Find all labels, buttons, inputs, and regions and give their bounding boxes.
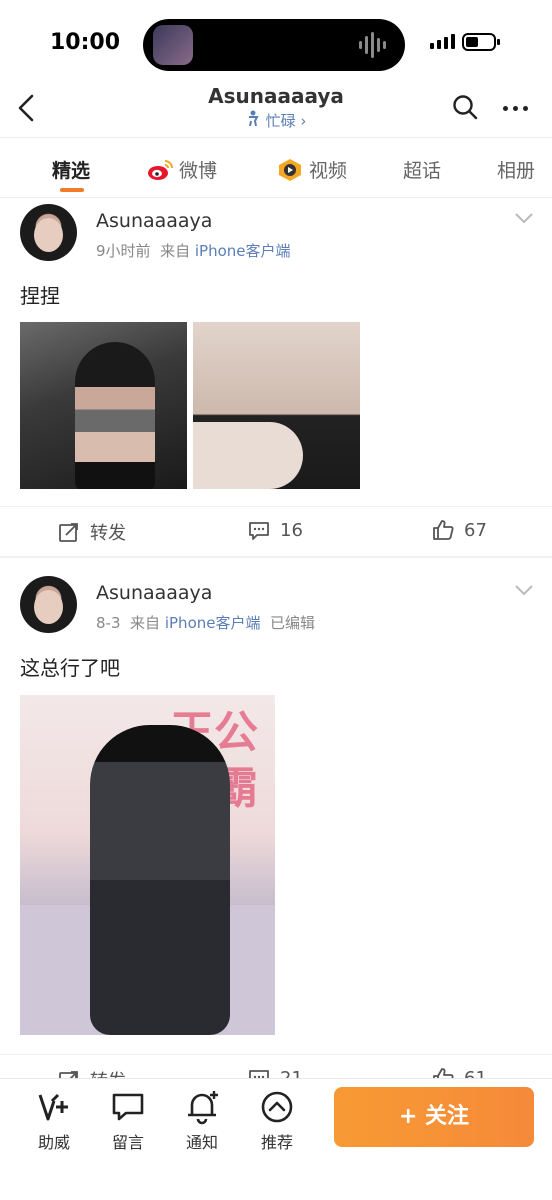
post-text: 这总行了吧 (20, 656, 120, 680)
post-author[interactable]: Asunaaaaya (96, 582, 212, 604)
status-bar: 10:00 (0, 0, 552, 84)
notify-button[interactable]: 通知 (172, 1089, 232, 1153)
chevron-down-icon[interactable] (514, 212, 534, 224)
like-button[interactable]: 67 (432, 519, 487, 541)
notify-label: 通知 (185, 1133, 218, 1152)
tab-album[interactable]: 相册 (497, 156, 535, 183)
tab-video[interactable]: 视频 (277, 156, 347, 183)
repost-button[interactable]: 转发 (58, 519, 126, 545)
post-card: Asunaaaaya 9小时前 来自 iPhone客户端 捏捏 转发 16 67 (0, 198, 552, 558)
follow-button[interactable]: + 关注 (334, 1087, 534, 1147)
repost-label: 转发 (90, 523, 126, 544)
post-edited: 已编辑 (270, 614, 316, 632)
audio-wave-icon (359, 31, 389, 59)
post-photo[interactable] (20, 322, 187, 489)
tab-label: 微博 (179, 160, 218, 182)
tab-label: 超话 (403, 160, 442, 182)
status-subtitle-label: 忙碌 › (265, 112, 307, 130)
avatar[interactable] (20, 204, 77, 261)
more-icon[interactable] (503, 106, 528, 111)
person-status-icon (246, 110, 260, 130)
search-icon[interactable] (452, 94, 478, 120)
tab-weibo[interactable]: 微博 (147, 156, 217, 183)
post-author[interactable]: Asunaaaaya (96, 210, 212, 232)
post-divider (0, 556, 552, 558)
tab-label: 相册 (497, 160, 536, 182)
comment-icon (249, 522, 269, 540)
dynamic-island[interactable] (143, 19, 405, 71)
post-text: 捏捏 (20, 284, 60, 308)
message-label: 留言 (111, 1133, 144, 1152)
recommend-icon (261, 1091, 293, 1123)
like-count: 67 (464, 519, 487, 541)
profile-tabs: 精选 微博 视频 超话 相册 (0, 138, 552, 198)
recommend-label: 推荐 (260, 1133, 293, 1152)
signal-icon (430, 34, 455, 49)
post-source[interactable]: iPhone客户端 (165, 614, 261, 632)
video-logo-icon (279, 158, 301, 181)
profile-header: Asunaaaaya 忙碌 › (0, 84, 552, 138)
now-playing-thumbnail (153, 25, 193, 65)
repost-icon (59, 523, 78, 542)
post-meta: 9小时前 来自 iPhone客户端 (96, 240, 291, 261)
bell-icon (188, 1091, 218, 1125)
cheer-icon (38, 1093, 68, 1121)
post-card: Asunaaaaya 8-3 来自 iPhone客户端 已编辑 这总行了吧 王公… (0, 572, 552, 1092)
cheer-button[interactable]: 助威 (24, 1089, 84, 1153)
post-source-prefix: 来自 (130, 614, 161, 632)
tab-label: 精选 (52, 160, 91, 182)
post-actions: 转发 16 67 (0, 506, 552, 556)
photo-content (193, 422, 303, 489)
tab-featured[interactable]: 精选 (52, 156, 90, 183)
photo-content (90, 725, 230, 1035)
chevron-down-icon[interactable] (514, 584, 534, 596)
tab-label: 视频 (309, 160, 348, 182)
post-source-prefix: 来自 (160, 242, 191, 260)
status-time: 10:00 (50, 30, 121, 55)
cheer-label: 助威 (37, 1133, 70, 1152)
post-time: 8-3 (96, 614, 121, 632)
thumbs-up-icon (433, 520, 454, 540)
battery-icon (462, 33, 500, 51)
post-time: 9小时前 (96, 242, 151, 260)
message-icon (112, 1093, 144, 1121)
post-meta: 8-3 来自 iPhone客户端 已编辑 (96, 612, 315, 633)
post-source[interactable]: iPhone客户端 (195, 242, 291, 260)
photo-content (75, 342, 155, 489)
message-button[interactable]: 留言 (98, 1089, 158, 1153)
avatar[interactable] (20, 576, 77, 633)
recommend-button[interactable]: 推荐 (247, 1089, 307, 1153)
post-photo[interactable] (193, 322, 360, 489)
comment-button[interactable]: 16 (248, 519, 303, 541)
tab-super-topic[interactable]: 超话 (403, 156, 441, 183)
bottom-action-bar: 助威 留言 通知 推荐 + 关注 (0, 1078, 552, 1200)
comment-count: 16 (280, 519, 303, 541)
active-tab-indicator (60, 188, 84, 192)
post-photo[interactable]: 王公 学霸 (20, 695, 275, 1035)
weibo-logo-icon (148, 159, 173, 180)
